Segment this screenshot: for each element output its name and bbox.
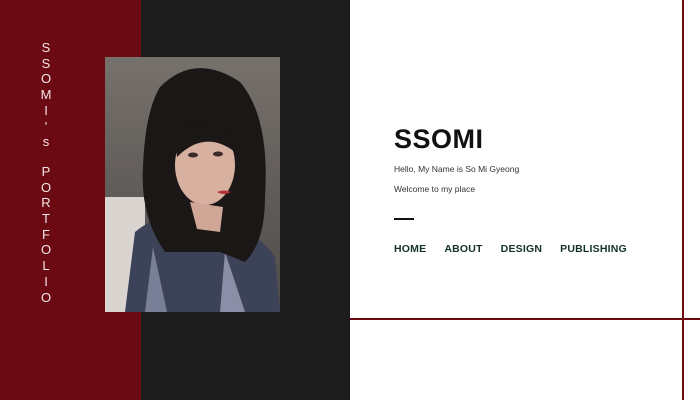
welcome-text: Welcome to my place — [394, 184, 476, 194]
title-letter: O — [40, 179, 52, 195]
nav-home[interactable]: HOME — [394, 243, 426, 255]
intro-panel — [350, 0, 700, 400]
profile-photo — [105, 57, 280, 312]
title-letter: L — [42, 258, 50, 274]
title-letter: S — [41, 55, 51, 71]
title-letter: O — [40, 242, 52, 258]
title-letter: P — [41, 163, 51, 179]
portrait-illustration — [105, 57, 280, 312]
title-letter: S — [41, 40, 51, 55]
title-letter: I — [44, 102, 48, 118]
horizontal-divider — [350, 318, 700, 320]
title-letter: R — [41, 195, 51, 211]
title-letter: M — [40, 87, 52, 103]
title-letter: F — [42, 226, 50, 242]
vertical-divider — [682, 0, 684, 400]
main-nav: HOME ABOUT DESIGN PUBLISHING — [394, 243, 645, 255]
title-letter: I — [44, 273, 48, 289]
title-letter: O — [40, 71, 52, 87]
title-underline — [394, 218, 414, 220]
intro-tagline: Hello, My Name is So Mi Gyeong — [394, 164, 520, 174]
title-letter: T — [42, 211, 50, 227]
vertical-portfolio-title: S S O M I ' s P O R T F O L I O — [38, 40, 54, 305]
nav-about[interactable]: ABOUT — [444, 243, 482, 255]
nav-design[interactable]: DESIGN — [501, 243, 542, 255]
title-letter: ' — [44, 118, 48, 134]
site-title: SSOMI — [394, 124, 484, 154]
nav-publishing[interactable]: PUBLISHING — [560, 243, 627, 255]
title-letter: O — [40, 289, 52, 305]
title-letter: s — [42, 134, 50, 150]
